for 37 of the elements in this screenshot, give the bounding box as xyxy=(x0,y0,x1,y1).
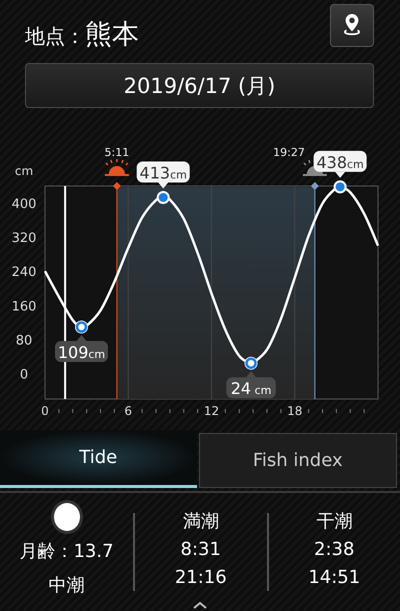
diamond-marker xyxy=(310,182,319,190)
axis-label: 80 xyxy=(16,333,32,348)
date-button[interactable]: 2019/6/17 (月) xyxy=(25,63,374,108)
value-callout: 438cm xyxy=(314,150,367,178)
axis-label: 0 xyxy=(20,367,28,382)
tab[interactable]: Fish index xyxy=(198,433,397,488)
location-label: 地点： xyxy=(25,23,85,50)
axis-label: 400 xyxy=(12,197,36,212)
axis-label: 320 xyxy=(12,231,36,246)
value-callout: 24 cm xyxy=(226,371,276,398)
pin-icon xyxy=(341,12,363,38)
column-title: 干潮 xyxy=(316,510,352,534)
axis-label: 18 xyxy=(287,404,302,418)
axis-label: 160 xyxy=(12,299,36,314)
moon-age: 月齢：13.7 xyxy=(19,540,114,564)
location-name: 熊本 xyxy=(85,18,139,52)
axis-label: 12 xyxy=(204,404,220,418)
column-title: 満潮 xyxy=(182,510,219,534)
moon-icon xyxy=(54,503,80,531)
axis-unit: cm xyxy=(14,164,34,178)
axis-label: 6 xyxy=(124,404,132,418)
location-button[interactable] xyxy=(330,4,374,46)
time-label: 19:27 xyxy=(273,146,305,159)
tide-time: 21:16 xyxy=(174,566,227,590)
tide-time: 2:38 xyxy=(314,538,354,562)
value-callout: 109cm xyxy=(55,335,108,362)
tide-name: 中潮 xyxy=(48,574,84,598)
chevron-up-icon[interactable] xyxy=(193,601,207,609)
axis-label: 0 xyxy=(41,404,49,418)
tide-time: 8:31 xyxy=(180,538,221,562)
tab[interactable]: Tide xyxy=(0,430,196,488)
sun-icon xyxy=(104,159,129,176)
tide-time: 14:51 xyxy=(308,566,360,590)
axis-label: 240 xyxy=(12,265,36,280)
value-callout: 413cm xyxy=(136,162,190,188)
time-label: 5:11 xyxy=(104,146,130,159)
diamond-marker xyxy=(112,182,121,190)
